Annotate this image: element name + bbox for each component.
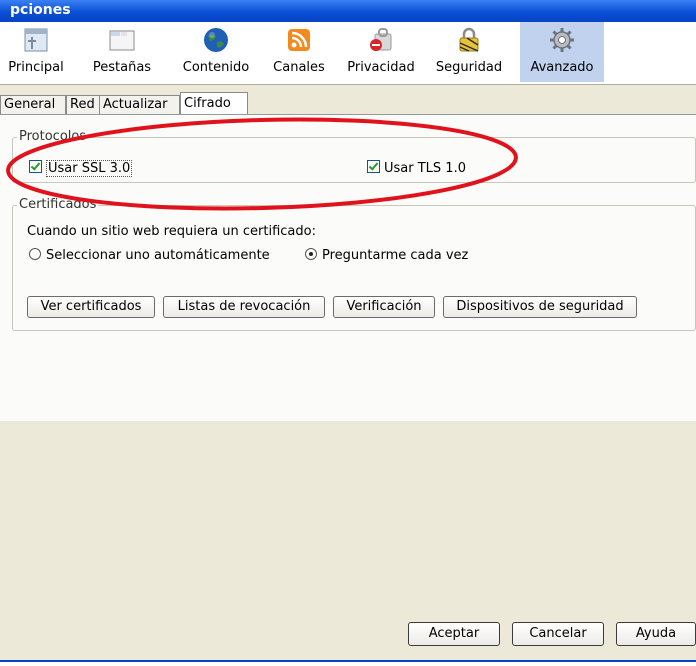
- cifrado-panel: Protocolos Usar SSL 3.0 Usar TLS 1.0 Cer…: [0, 114, 696, 421]
- certificate-prompt: Cuando un sitio web requiera un certific…: [27, 224, 316, 239]
- tabs-icon: [109, 30, 135, 51]
- pane-pestanas[interactable]: Pestañas: [86, 22, 158, 82]
- view-certificates-button[interactable]: Ver certificados: [27, 296, 155, 318]
- pane-canales[interactable]: Canales: [266, 22, 332, 82]
- certificates-legend: Certificados: [17, 197, 99, 212]
- preferences-window: pciones Principal Pestañas Contenido Can…: [0, 0, 696, 660]
- certificates-group: Certificados Cuando un sitio web requier…: [12, 197, 696, 331]
- radio-ask-each-time[interactable]: Preguntarme cada vez: [305, 248, 468, 263]
- window-title: pciones: [10, 2, 71, 18]
- pane-label: Avanzado: [530, 60, 594, 75]
- pane-label: Seguridad: [435, 60, 503, 75]
- gear-icon: [550, 28, 574, 52]
- taskbar-edge: [0, 660, 696, 666]
- pane-contenido[interactable]: Contenido: [172, 22, 260, 82]
- tab-red[interactable]: Red: [66, 95, 101, 114]
- pane-label: Contenido: [182, 60, 250, 75]
- pane-avanzado[interactable]: Avanzado: [520, 22, 604, 82]
- tab-general[interactable]: General: [0, 95, 66, 114]
- tls-label: Usar TLS 1.0: [384, 161, 466, 176]
- protocols-legend: Protocolos: [17, 129, 89, 144]
- cancel-button[interactable]: Cancelar: [512, 622, 604, 646]
- pane-privacidad[interactable]: Privacidad: [340, 22, 422, 82]
- verification-button[interactable]: Verificación: [333, 296, 435, 318]
- privacy-icon: [370, 28, 392, 51]
- tls-checkbox[interactable]: Usar TLS 1.0: [367, 160, 466, 176]
- pane-label: Canales: [273, 60, 325, 75]
- ssl-label: Usar SSL 3.0: [46, 160, 133, 177]
- radio-unselected-icon: [29, 248, 41, 260]
- pane-label: Pestañas: [92, 60, 152, 75]
- ok-button[interactable]: Aceptar: [408, 622, 500, 646]
- help-button[interactable]: Ayuda: [616, 622, 696, 646]
- title-bar[interactable]: pciones: [0, 0, 696, 22]
- radio-auto-select[interactable]: Seleccionar uno automáticamente: [29, 248, 270, 263]
- protocols-group: Protocolos Usar SSL 3.0 Usar TLS 1.0: [12, 129, 696, 183]
- window-icon: [24, 28, 48, 52]
- checkbox-checked-icon: [29, 160, 42, 173]
- pane-label: Principal: [8, 60, 64, 75]
- rss-icon: [288, 29, 310, 51]
- pane-seguridad[interactable]: Seguridad: [428, 22, 510, 82]
- pane-label: Privacidad: [347, 60, 415, 75]
- pane-principal[interactable]: Principal: [6, 22, 66, 82]
- radio-ask-label: Preguntarme cada vez: [322, 248, 469, 263]
- security-devices-button[interactable]: Dispositivos de seguridad: [443, 296, 637, 318]
- lock-icon: [459, 27, 479, 52]
- radio-selected-icon: [305, 248, 317, 260]
- radio-auto-label: Seleccionar uno automáticamente: [46, 248, 270, 263]
- tab-actualizar[interactable]: Actualizar: [99, 95, 180, 114]
- revocation-lists-button[interactable]: Listas de revocación: [163, 296, 325, 318]
- ssl-checkbox[interactable]: Usar SSL 3.0: [29, 160, 133, 177]
- tab-cifrado[interactable]: Cifrado: [180, 92, 248, 115]
- pane-toolbar: Principal Pestañas Contenido Canales Pri…: [0, 22, 696, 85]
- globe-icon: [204, 28, 228, 52]
- checkbox-checked-icon: [367, 160, 380, 173]
